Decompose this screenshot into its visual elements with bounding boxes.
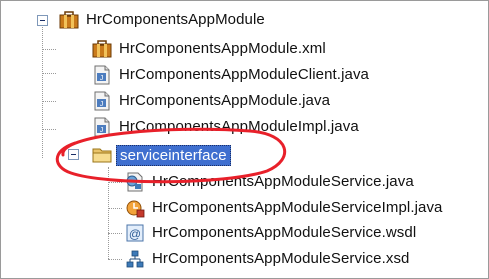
tree-line xyxy=(108,208,122,209)
tree-line xyxy=(108,233,122,234)
tree-node-label-selected: serviceinterface xyxy=(116,144,231,166)
xsd-file-icon xyxy=(126,250,144,268)
service-impl-icon xyxy=(126,200,145,218)
tree-line-root-vertical xyxy=(42,25,43,158)
project-navigator-tree: HrComponentsAppModule HrComponentsAppMod… xyxy=(0,0,489,279)
tree-line xyxy=(42,101,56,102)
folder-open-icon xyxy=(92,148,112,163)
tree-line xyxy=(108,182,122,183)
tree-line-folder-vertical xyxy=(108,167,109,259)
tree-node-label: HrComponentsAppModuleService.java xyxy=(152,173,414,190)
tree-node-file[interactable]: J HrComponentsAppModuleImpl.java xyxy=(92,115,362,139)
tree-line xyxy=(108,259,122,260)
tree-node-label: HrComponentsAppModule.xml xyxy=(119,40,326,57)
tree-node-label: HrComponentsAppModuleService.xsd xyxy=(152,250,410,267)
tree-node-file[interactable]: HrComponentsAppModuleService.java xyxy=(125,170,417,194)
java-file-icon: J xyxy=(94,65,110,85)
svg-text:@: @ xyxy=(129,227,141,241)
application-module-icon xyxy=(59,11,79,29)
tree-node-file[interactable]: HrComponentsAppModuleServiceImpl.java xyxy=(125,196,446,220)
wsdl-file-icon: @ xyxy=(126,224,144,242)
tree-line xyxy=(42,49,56,50)
tree-line xyxy=(42,129,56,130)
tree-node-file[interactable]: HrComponentsAppModuleService.xsd xyxy=(125,247,413,271)
java-file-icon: J xyxy=(94,117,110,137)
collapse-folder-toggle[interactable] xyxy=(68,149,79,160)
tree-node-label: HrComponentsAppModule.java xyxy=(119,92,331,109)
tree-node-file[interactable]: J HrComponentsAppModule.java xyxy=(92,89,333,113)
tree-node-label: HrComponentsAppModuleClient.java xyxy=(119,66,369,83)
svg-text:J: J xyxy=(100,127,104,134)
tree-line xyxy=(42,73,56,74)
tree-node-label: HrComponentsAppModule xyxy=(86,11,265,28)
tree-node-label: HrComponentsAppModuleImpl.java xyxy=(119,118,359,135)
collapse-root-toggle[interactable] xyxy=(37,15,48,26)
service-interface-icon xyxy=(126,172,143,192)
tree-node-label: HrComponentsAppModuleService.wsdl xyxy=(152,224,417,241)
tree-node-file[interactable]: J HrComponentsAppModuleClient.java xyxy=(92,63,372,87)
svg-text:J: J xyxy=(100,101,104,108)
tree-node-file[interactable]: HrComponentsAppModule.xml xyxy=(92,37,329,61)
tree-node-label: HrComponentsAppModuleServiceImpl.java xyxy=(152,199,443,216)
svg-text:J: J xyxy=(100,75,104,82)
tree-node-folder-serviceinterface[interactable]: serviceinterface xyxy=(92,143,231,167)
application-module-icon xyxy=(92,40,112,58)
tree-node-file[interactable]: @ HrComponentsAppModuleService.wsdl xyxy=(125,221,419,245)
tree-node-root[interactable]: HrComponentsAppModule xyxy=(59,8,268,32)
java-file-icon: J xyxy=(94,91,110,111)
